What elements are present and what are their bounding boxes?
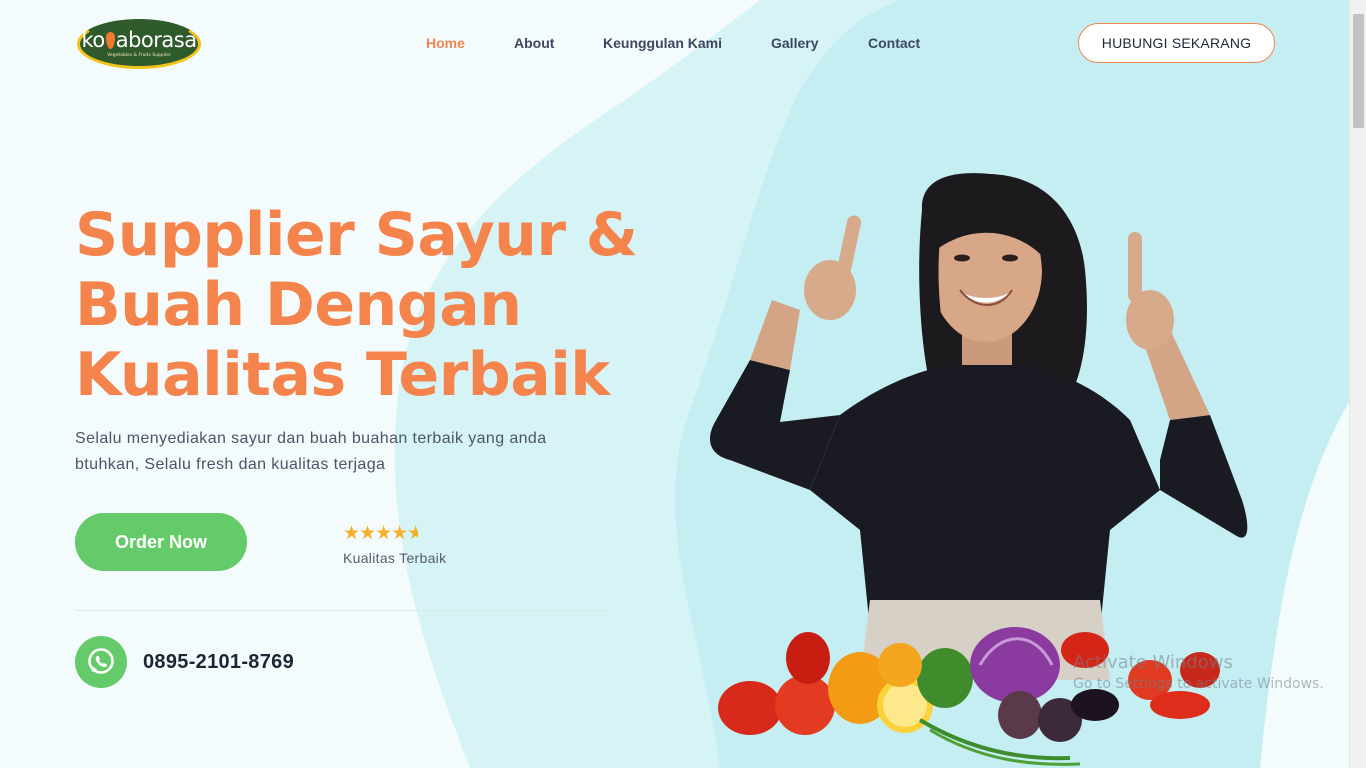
carrot-icon [105,32,115,49]
hero-subtitle: Selalu menyediakan sayur dan buah buahan… [75,430,547,473]
nav-keunggulan-kami[interactable]: Keunggulan Kami [603,35,722,51]
windows-activation-watermark: Activate Windows Go to Settings to activ… [1073,652,1324,692]
logo-tagline: Vegetables & Fruits Supplier [107,53,171,58]
nav-gallery[interactable]: Gallery [771,35,818,51]
page-scrollbar[interactable] [1349,0,1366,768]
nav-home[interactable]: Home [426,35,465,51]
logo-text-right: aborasa [115,28,197,52]
hero-title: Supplier Sayur & Buah Dengan Kualitas Te… [75,200,675,410]
phone-number: 0895-2101-8769 [143,651,294,673]
whatsapp-button[interactable] [75,636,127,688]
hero-title-line-1: Supplier Sayur & [75,200,638,270]
scrollbar-thumb[interactable] [1353,14,1364,128]
divider [75,610,610,611]
logo-text-left: ko [81,28,105,52]
hero-title-line-3: Kualitas Terbaik [75,340,610,410]
quality-rating: ★★★★★ Kualitas Terbaik [343,523,447,567]
rating-label: Kualitas Terbaik [343,550,447,566]
hero-title-line-2: Buah Dengan [75,270,522,340]
nav-about[interactable]: About [514,35,554,51]
contact-now-button[interactable]: HUBUNGI SEKARANG [1078,23,1275,63]
brand-logo[interactable]: ko aborasa Vegetables & Fruits Supplier [77,19,201,69]
order-now-button[interactable]: Order Now [75,513,247,571]
watermark-subtitle: Go to Settings to activate Windows. [1073,676,1324,692]
nav-contact[interactable]: Contact [868,35,920,51]
logo-text: ko aborasa [77,28,201,52]
watermark-title: Activate Windows [1073,652,1233,673]
whatsapp-icon [88,648,114,674]
star-rating-icon: ★★★★★ [343,523,419,544]
